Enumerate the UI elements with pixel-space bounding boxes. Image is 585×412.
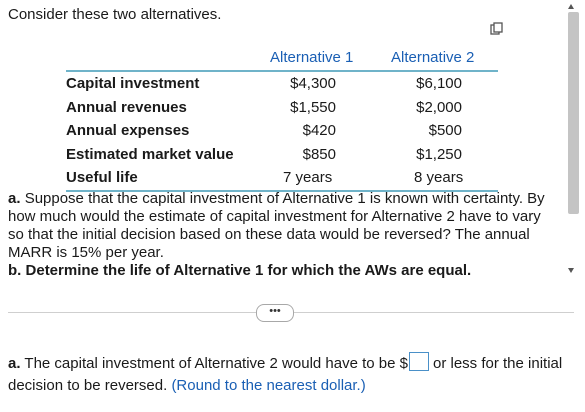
- row-label: Estimated market value: [66, 145, 234, 163]
- alt2-value: 8 years: [414, 169, 464, 186]
- scrollbar[interactable]: [563, 0, 585, 300]
- part-b-text: Determine the life of Alternative 1 for …: [25, 262, 472, 279]
- header-alternative-1: Alternative 1: [270, 49, 354, 66]
- table-row: Capital investment $4,300 $6,100: [66, 72, 498, 96]
- expand-button[interactable]: •••: [256, 304, 294, 322]
- alternatives-table: Alternative 1 Alternative 2 Capital inve…: [66, 22, 503, 192]
- table-row: Useful life 7 years 8 years: [66, 166, 498, 192]
- alt1-value: $420: [302, 122, 336, 139]
- answer-hint: (Round to the nearest dollar.): [171, 377, 366, 394]
- row-label: Capital investment: [66, 75, 200, 92]
- question-text: a. Suppose that the capital investment o…: [8, 190, 548, 280]
- copy-icon[interactable]: [490, 22, 504, 36]
- answer-input[interactable]: [408, 352, 429, 371]
- scroll-thumb[interactable]: [568, 12, 579, 214]
- part-b-label: b.: [8, 262, 22, 279]
- alt1-value: $4,300: [290, 75, 336, 92]
- alt2-value: $2,000: [416, 98, 462, 116]
- alt1-value: $1,550: [290, 98, 336, 116]
- table-row: Annual expenses $420 $500: [66, 119, 498, 143]
- table-row: Annual revenues $1,550 $2,000: [66, 96, 498, 120]
- alt1-value: 7 years: [283, 169, 333, 186]
- intro-text: Consider these two alternatives.: [8, 6, 222, 23]
- row-label: Useful life: [66, 169, 138, 186]
- alt1-value: $850: [302, 145, 336, 163]
- alt2-value: $1,250: [416, 145, 462, 163]
- scroll-down-arrow-icon[interactable]: [568, 268, 574, 273]
- alt2-value: $6,100: [416, 75, 462, 92]
- answer-text-before: The capital investment of Alternative 2 …: [24, 355, 408, 372]
- part-a-label: a.: [8, 190, 21, 207]
- row-label: Annual expenses: [66, 122, 190, 139]
- table-header-row: Alternative 1 Alternative 2: [66, 46, 498, 72]
- answer-area: a. The capital investment of Alternative…: [8, 352, 578, 397]
- answer-part-label: a.: [8, 355, 21, 372]
- part-a-text: Suppose that the capital investment of A…: [8, 190, 545, 261]
- alt2-value: $500: [428, 122, 462, 139]
- table-row: Estimated market value $850 $1,250: [66, 143, 498, 167]
- row-label: Annual revenues: [66, 98, 187, 116]
- scroll-up-arrow-icon[interactable]: [568, 4, 574, 9]
- header-alternative-2: Alternative 2: [391, 49, 475, 66]
